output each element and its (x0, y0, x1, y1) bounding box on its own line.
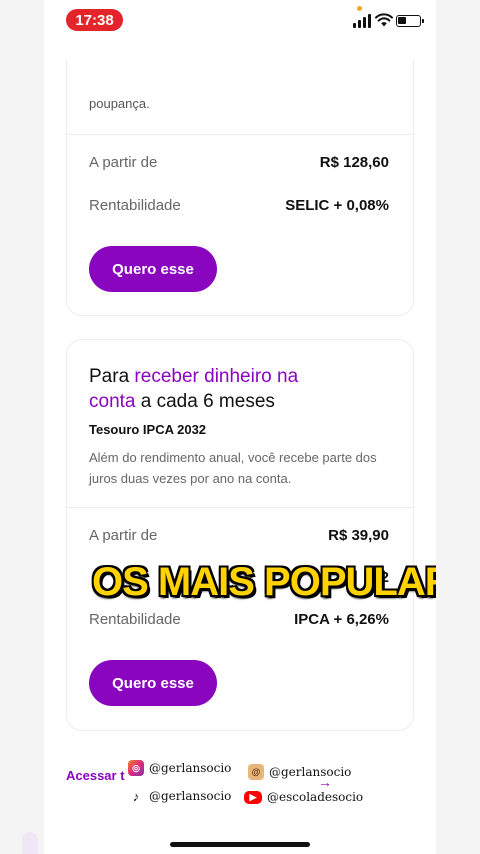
signal-icon (353, 14, 371, 28)
investment-card-ipca: Para receber dinheiro na conta a cada 6 … (66, 339, 414, 731)
youtube-handle: ▶ @escoladesocio (244, 790, 363, 804)
investment-card-selic: poupança. A partir de R$ 128,60 Rentabil… (66, 60, 414, 316)
card-divider (67, 134, 413, 135)
min-value-label: A partir de (89, 527, 158, 544)
min-value-row: A partir de R$ 128,60 (89, 154, 389, 171)
battery-icon (396, 15, 424, 27)
card-title-pre: Para (89, 366, 135, 387)
profitability-value: SELIC + 0,08% (285, 197, 389, 214)
status-bar: 17:38 (44, 0, 436, 40)
phone-screen: 17:38 poupança. A partir de R$ 128,60 Re… (44, 0, 436, 854)
min-value: R$ 39,90 (328, 527, 389, 544)
min-value: R$ 128,60 (319, 154, 389, 171)
wifi-icon (375, 13, 393, 27)
threads-icon: @ (248, 764, 264, 780)
card-title-post: a cada 6 meses (135, 391, 275, 412)
camera-indicator-icon (357, 6, 362, 11)
instagram-handle-text: @gerlansocio (149, 761, 232, 775)
tiktok-handle-text: @gerlansocio (149, 789, 232, 803)
card-divider (67, 507, 413, 508)
access-all-link[interactable]: Acessar t (66, 768, 125, 783)
tiktok-icon: ♪ (128, 788, 144, 804)
quero-esse-button[interactable]: Quero esse (89, 660, 217, 706)
profitability-value: IPCA + 6,26% (294, 611, 389, 628)
quero-esse-button[interactable]: Quero esse (89, 246, 217, 292)
instagram-handle: ◎ @gerlansocio (128, 760, 231, 776)
social-watermark: ◎ @gerlansocio → @ @gerlansocio ♪ @gerla… (128, 758, 378, 808)
threads-handle-text: @gerlansocio (269, 765, 352, 779)
card-subtitle: Tesouro IPCA 2032 (89, 422, 207, 437)
video-frame-left (0, 0, 44, 854)
instagram-icon: ◎ (128, 760, 144, 776)
card-description: poupança. (89, 96, 150, 111)
home-indicator[interactable] (170, 842, 310, 847)
tiktok-handle: ♪ @gerlansocio (128, 788, 231, 804)
profitability-row: Rentabilidade SELIC + 0,08% (89, 197, 389, 214)
video-frame-right (436, 0, 480, 854)
card-title: Para receber dinheiro na conta a cada 6 … (89, 364, 349, 414)
profitability-label: Rentabilidade (89, 611, 181, 628)
min-value-label: A partir de (89, 154, 158, 171)
video-caption-overlay: OS MAIS POPULARES (92, 560, 436, 604)
profitability-row: Rentabilidade IPCA + 6,26% (89, 611, 389, 628)
threads-handle: @ @gerlansocio (248, 764, 351, 780)
card-description: Além do rendimento anual, você recebe pa… (89, 450, 377, 486)
status-time: 17:38 (66, 9, 123, 31)
youtube-handle-text: @escoladesocio (267, 790, 364, 804)
min-value-row: A partir de R$ 39,90 (89, 527, 389, 544)
youtube-icon: ▶ (244, 790, 262, 804)
profitability-label: Rentabilidade (89, 197, 181, 214)
